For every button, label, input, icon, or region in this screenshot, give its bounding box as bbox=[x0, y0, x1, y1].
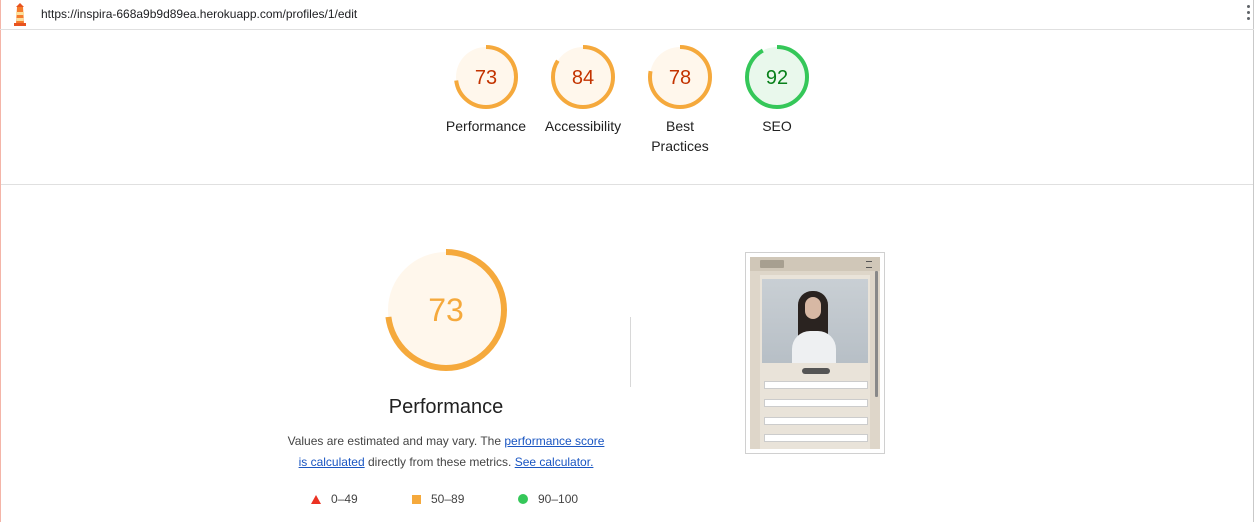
screenshot-field-1 bbox=[764, 381, 868, 389]
gauge-performance[interactable]: 73 Performance bbox=[436, 44, 536, 136]
vertical-separator bbox=[630, 317, 631, 387]
more-options-icon[interactable] bbox=[1245, 5, 1251, 23]
screenshot-image bbox=[750, 257, 880, 449]
screenshot-field-4 bbox=[764, 434, 868, 442]
gauge-best-practices-value: 78 bbox=[669, 67, 691, 89]
screenshot-navbar bbox=[750, 257, 880, 271]
gauge-best-practices-label: Best Practices bbox=[630, 116, 730, 156]
gauge-best-practices-label-line1: Best bbox=[665, 118, 694, 134]
gauge-seo-label: SEO bbox=[762, 118, 792, 134]
green-circle-icon bbox=[518, 494, 528, 504]
screenshot-brand-logo bbox=[760, 260, 784, 268]
final-screenshot-thumbnail[interactable] bbox=[745, 252, 885, 454]
screenshot-profile-photo bbox=[762, 279, 868, 363]
legend-pass: 90–100 bbox=[518, 492, 578, 506]
gauge-best-practices-label-line2: Practices bbox=[651, 138, 709, 154]
gauge-seo[interactable]: 92 SEO bbox=[727, 44, 827, 136]
legend-pass-range: 90–100 bbox=[538, 492, 579, 506]
section-divider bbox=[1, 184, 1253, 185]
screenshot-change-image-button bbox=[802, 368, 830, 374]
screenshot-field-2 bbox=[764, 399, 868, 407]
legend-fail: 0–49 bbox=[311, 492, 358, 506]
gauge-performance-label: Performance bbox=[445, 118, 527, 134]
score-legend: 0–49 50–89 90–100 bbox=[0, 490, 1254, 506]
report-topbar: https://inspira-668a9b9d89ea.herokuapp.c… bbox=[0, 0, 1254, 30]
gauge-seo-ring: 92 bbox=[745, 45, 809, 109]
orange-square-icon bbox=[412, 494, 421, 504]
legend-average-range: 50–89 bbox=[431, 492, 465, 506]
score-gauges: 73 Performance 84 Accessibility 78 Best … bbox=[0, 44, 1254, 174]
performance-big-score: 73 bbox=[428, 292, 464, 328]
gauge-accessibility-label: Accessibility bbox=[544, 118, 622, 134]
gauge-accessibility-value: 84 bbox=[572, 67, 594, 89]
see-calculator-link[interactable]: See calculator. bbox=[515, 455, 594, 469]
gauge-seo-value: 92 bbox=[766, 67, 788, 89]
performance-title: Performance bbox=[388, 396, 504, 418]
gauge-best-practices-ring: 78 bbox=[648, 45, 712, 109]
legend-average: 50–89 bbox=[412, 492, 464, 506]
screenshot-menu-icon bbox=[866, 261, 872, 268]
desc-prefix: Values are estimated and may vary. The bbox=[287, 434, 505, 448]
gauge-performance-ring: 73 bbox=[454, 45, 518, 109]
is-calculated-link[interactable]: is calculated bbox=[299, 455, 365, 469]
desc-middle: directly from these metrics. bbox=[364, 455, 515, 469]
legend-fail-range: 0–49 bbox=[331, 492, 358, 506]
performance-description: Values are estimated and may vary. The p… bbox=[276, 431, 616, 473]
screenshot-scrollbar bbox=[875, 271, 878, 397]
gauge-best-practices[interactable]: 78 Best Practices bbox=[630, 44, 730, 156]
gauge-accessibility[interactable]: 84 Accessibility bbox=[533, 44, 633, 136]
gauge-performance-value: 73 bbox=[475, 67, 497, 89]
lighthouse-logo-icon bbox=[14, 3, 26, 26]
red-triangle-icon bbox=[311, 494, 321, 504]
gauge-accessibility-ring: 84 bbox=[551, 45, 615, 109]
performance-score-link[interactable]: performance score bbox=[504, 434, 604, 448]
page-url: https://inspira-668a9b9d89ea.herokuapp.c… bbox=[41, 7, 358, 21]
screenshot-field-3 bbox=[764, 417, 868, 425]
performance-big-gauge: 73 bbox=[385, 249, 507, 371]
